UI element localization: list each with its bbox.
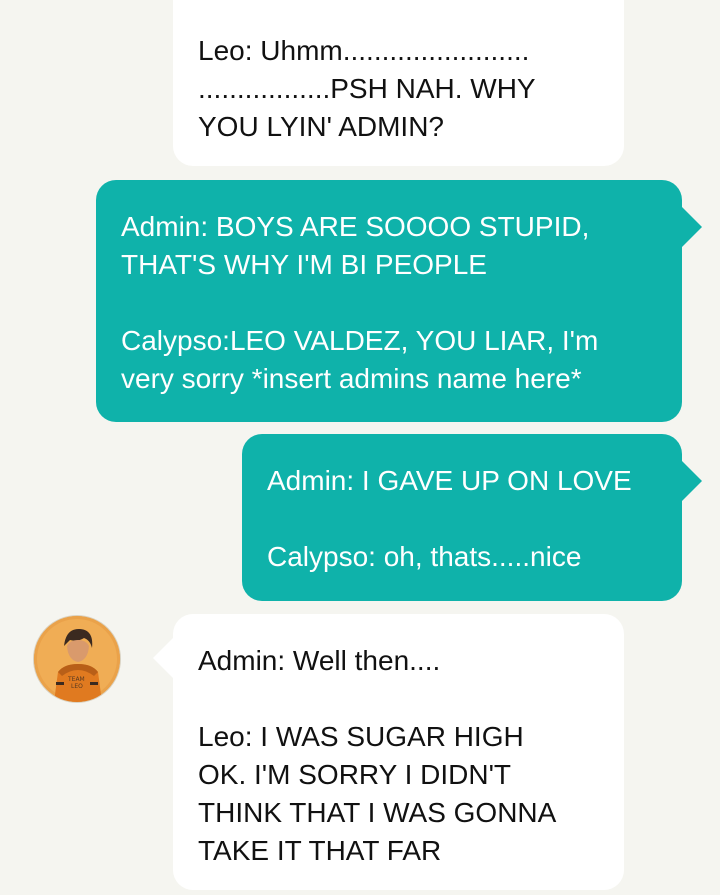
avatar-shirt-text: LEO: [71, 683, 83, 690]
message-text: Calypso:LEO VALDEZ, YOU LIAR, I'm very s…: [121, 325, 599, 394]
message-text: Leo: I WAS SUGAR HIGH OK. I'M SORRY I DI…: [198, 721, 557, 866]
message-text: Admin: Well then....: [198, 645, 441, 676]
message-text: Leo: Uhmm........................ ......…: [198, 35, 536, 142]
avatar[interactable]: TEAM LEO: [34, 616, 120, 702]
avatar-shirt-text: TEAM: [67, 676, 85, 683]
message-text: Admin: BOYS ARE SOOOO STUPID, THAT'S WHY…: [121, 211, 590, 280]
message-text: Admin: I GAVE UP ON LOVE: [267, 465, 632, 496]
message-bubble-outgoing[interactable]: Admin: I GAVE UP ON LOVE Calypso: oh, th…: [242, 434, 702, 601]
message-bubble-outgoing[interactable]: Admin: BOYS ARE SOOOO STUPID, THAT'S WHY…: [96, 180, 702, 422]
message-bubble-incoming[interactable]: Admin: Well then.... Leo: I WAS SUGAR HI…: [153, 614, 624, 890]
message-text: Calypso: oh, thats.....nice: [267, 541, 582, 572]
avatar-icon: TEAM LEO: [34, 616, 120, 702]
message-bubble-incoming[interactable]: Leo: Uhmm........................ ......…: [173, 0, 624, 166]
